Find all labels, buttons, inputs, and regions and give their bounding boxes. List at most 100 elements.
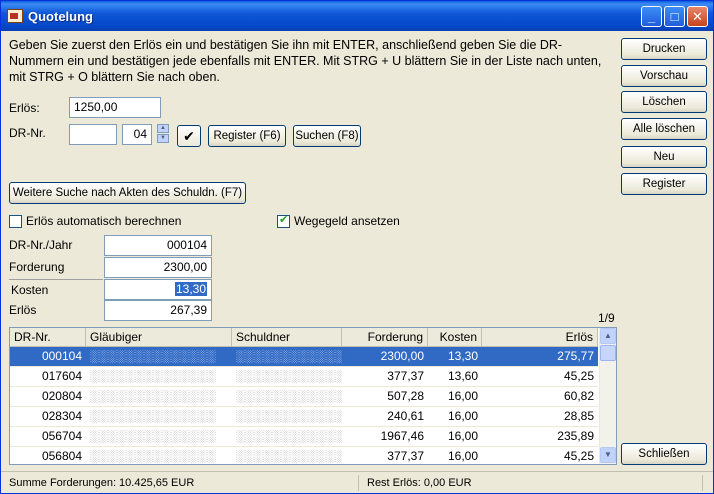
cell-kosten: 16,00 [447,449,478,463]
cell-schuldner: ░░░░░░░░░░░░░░ [232,347,342,366]
neu-button[interactable]: Neu [621,146,707,168]
drucken-button[interactable]: Drucken [621,38,707,60]
kosten-value: 13,30 [174,282,207,296]
cell-forderung: 377,37 [387,449,424,463]
weitere-suche-button[interactable]: Weitere Suche nach Akten des Schuldn. (F… [9,182,246,204]
redacted-text: ░░░░░░░░░░░░░░ [90,389,217,403]
table-row[interactable]: 020804 ░░░░░░░░░░░░░░ ░░░░░░░░░░░░░░ 507,28… [10,387,598,407]
erloes-label: Erlös: [9,101,40,115]
cell-schuldner: ░░░░░░░░░░░░░░ [232,447,342,466]
register-f6-button[interactable]: Register (F6) [208,125,286,147]
redacted-text: ░░░░░░░░░░░░░░ [236,389,342,403]
erloes-detail-label: Erlös [9,303,37,317]
register-side-button[interactable]: Register [621,173,707,195]
page-indicator: 1/9 [598,311,615,325]
cell-erloes: 235,89 [557,429,594,443]
divider [9,279,103,280]
cell-schuldner: ░░░░░░░░░░░░░░ [232,427,342,446]
col-drnr[interactable]: DR-Nr. [10,328,86,347]
col-kosten[interactable]: Kosten [428,328,482,347]
wegegeld-checkbox[interactable] [277,213,290,228]
cell-kosten: 16,00 [447,409,478,423]
window-title: Quotelung [28,9,93,24]
table-row[interactable]: 000104 ░░░░░░░░░░░░░░ ░░░░░░░░░░░░░░ 2300,0… [10,347,598,367]
cell-drnr: 020804 [41,389,82,403]
close-button[interactable]: ✕ [687,6,708,27]
results-grid[interactable]: DR-Nr. Gläubiger Schuldner Forderung Kos… [9,327,617,467]
grid-header: DR-Nr. Gläubiger Schuldner Forderung Kos… [10,328,598,347]
redacted-text: ░░░░░░░░░░░░░░ [90,429,217,443]
drnr-jahr-label: DR-Nr./Jahr [9,238,73,252]
drnr-input[interactable] [69,124,117,145]
quotelung-window: Quotelung _ □ ✕ Geben Sie zuerst den Erl… [0,0,714,494]
cell-erloes: 60,82 [563,389,594,403]
col-schuldner[interactable]: Schuldner [232,328,342,347]
kosten-input[interactable]: 13,30 [104,279,212,300]
cell-drnr: 017604 [41,369,82,383]
alle-loeschen-button[interactable]: Alle löschen [621,118,707,140]
table-row[interactable]: 028304 ░░░░░░░░░░░░░░ ░░░░░░░░░░░░░░ 240,61… [10,407,598,427]
forderung-label: Forderung [9,260,65,274]
redacted-text: ░░░░░░░░░░░░░░ [236,369,342,383]
cell-drnr: 000104 [41,349,82,363]
scroll-up-icon[interactable]: ▲ [600,328,616,344]
cell-forderung: 377,37 [387,369,424,383]
cell-kosten: 13,30 [447,349,478,363]
auto-erloes-label[interactable]: Erlös automatisch berechnen [26,214,181,228]
erloes-detail-value: 267,39 [104,300,212,321]
scroll-thumb[interactable] [600,345,616,361]
cell-erloes: 275,77 [557,349,594,363]
erloes-input[interactable]: 1250,00 [69,97,161,118]
loeschen-button[interactable]: Löschen [621,91,707,113]
drnr-year-input[interactable]: 04 [122,124,152,145]
auto-erloes-checkbox[interactable] [9,215,22,228]
cell-forderung: 2300,00 [380,349,424,363]
redacted-text: ░░░░░░░░░░░░░░ [90,409,217,423]
vorschau-button[interactable]: Vorschau [621,65,707,87]
cell-glaeubiger: ░░░░░░░░░░░░░░ [86,407,232,426]
col-forderung[interactable]: Forderung [342,328,428,347]
redacted-text: ░░░░░░░░░░░░░░ [90,349,217,363]
confirm-check-button[interactable]: ✔ [177,125,201,147]
redacted-text: ░░░░░░░░░░░░░░ [90,449,217,463]
instructions-text: Geben Sie zuerst den Erlös ein und bestä… [9,38,602,84]
cell-glaeubiger: ░░░░░░░░░░░░░░ [86,387,232,406]
minimize-button[interactable]: _ [641,6,662,27]
table-row[interactable]: 056704 ░░░░░░░░░░░░░░ ░░░░░░░░░░░░░░ 1967,4… [10,427,598,447]
redacted-text: ░░░░░░░░░░░░░░ [236,349,342,363]
cell-schuldner: ░░░░░░░░░░░░░░ [232,367,342,386]
kosten-label: Kosten [11,283,49,297]
cell-glaeubiger: ░░░░░░░░░░░░░░ [86,447,232,466]
cell-schuldner: ░░░░░░░░░░░░░░ [232,407,342,426]
wegegeld-label[interactable]: Wegegeld ansetzen [294,214,400,228]
cell-erloes: 45,25 [563,449,594,463]
checkmark-icon: ✔ [183,128,195,144]
status-rest: Rest Erlös: 0,00 EUR [363,475,703,491]
cell-kosten: 16,00 [447,389,478,403]
title-bar[interactable]: Quotelung _ □ ✕ [1,1,713,31]
app-document-icon [7,9,23,23]
spin-down-icon[interactable]: ▼ [157,134,169,143]
scroll-down-icon[interactable]: ▼ [600,447,616,463]
redacted-text: ░░░░░░░░░░░░░░ [236,449,342,463]
cell-glaeubiger: ░░░░░░░░░░░░░░ [86,347,232,366]
cell-drnr: 028304 [41,409,82,423]
cell-schuldner: ░░░░░░░░░░░░░░ [232,387,342,406]
cell-kosten: 16,00 [447,429,478,443]
cell-glaeubiger: ░░░░░░░░░░░░░░ [86,427,232,446]
spin-up-icon[interactable]: ▲ [157,124,169,133]
col-erloes[interactable]: Erlös [482,328,598,347]
cell-forderung: 1967,46 [380,429,424,443]
cell-drnr: 056704 [41,429,82,443]
maximize-button[interactable]: □ [664,6,685,27]
schliessen-button[interactable]: Schließen [621,443,707,465]
grid-scrollbar[interactable]: ▲ ▼ [599,328,616,464]
table-row[interactable]: 017604 ░░░░░░░░░░░░░░ ░░░░░░░░░░░░░░ 377,37… [10,367,598,387]
drnr-label: DR-Nr. [9,126,46,140]
table-row[interactable]: 056804 ░░░░░░░░░░░░░░ ░░░░░░░░░░░░░░ 377,37… [10,447,598,467]
year-spinner[interactable]: ▲ ▼ [157,124,169,144]
cell-drnr: 056804 [41,449,82,463]
suchen-f8-button[interactable]: Suchen (F8) [293,125,361,147]
cell-kosten: 13,60 [447,369,478,383]
col-glaeubiger[interactable]: Gläubiger [86,328,232,347]
